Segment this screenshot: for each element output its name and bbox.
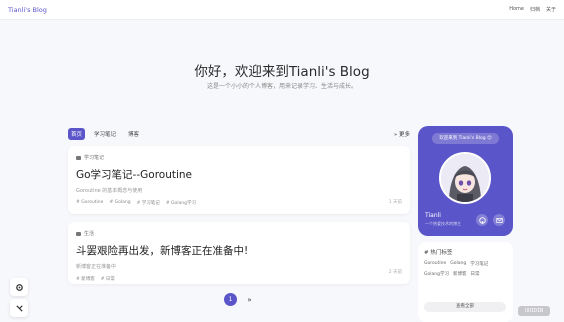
post-tag[interactable]: # 日常 — [101, 276, 115, 282]
post-category[interactable]: 生活 — [76, 230, 402, 237]
post-description: Goroutine 的基本概念与使用 — [76, 188, 143, 194]
tag-link[interactable]: 日常 — [470, 271, 479, 277]
post-category-label: 学习笔记 — [84, 155, 105, 161]
post-tag[interactable]: # 学习笔记 — [137, 200, 160, 206]
tag-cloud-title: # 热门标签 — [424, 250, 453, 256]
post-date: 2 天前 — [388, 270, 402, 275]
post-tag[interactable]: # Goroutine — [76, 200, 103, 206]
avatar[interactable] — [439, 152, 491, 204]
hero-subtitle: 这是一个小小的个人博客，用来记录学习、生活与成长。 — [206, 83, 357, 90]
post-tag[interactable]: # Golang — [109, 200, 130, 206]
folder-icon — [76, 231, 81, 236]
greeting-bubble: 欢迎来到 Tianli's Blog 😊 — [432, 133, 499, 144]
post-card[interactable]: 生活 斗罢艰险再出发，新博客正在准备中! 新博客正在准备中 # 新博客 # 日常… — [68, 222, 410, 284]
pagination: 1 » — [224, 293, 256, 306]
tag-link[interactable]: Golang — [450, 261, 466, 267]
post-category-label: 生活 — [84, 231, 95, 237]
post-tags: # 新博客 # 日常 — [76, 276, 402, 282]
post-tag[interactable]: # Golang学习 — [166, 200, 196, 206]
tab-study-notes[interactable]: 学习笔记 — [91, 128, 119, 140]
post-tags: # Goroutine # Golang # 学习笔记 # Golang学习 — [76, 200, 402, 206]
profile-card: 欢迎来到 Tianli's Blog 😊 Tianli 一个热爱技术的博主 — [418, 126, 513, 236]
site-brand[interactable]: Tianli's Blog — [8, 6, 47, 14]
category-tabs-bar: 首页 学习笔记 博客 » 更多 — [68, 126, 410, 142]
view-all-tags-button[interactable]: 查看全部 — [424, 302, 506, 312]
post-title[interactable]: 斗罢艰险再出发，新博客正在准备中! — [76, 243, 402, 258]
tab-home[interactable]: 首页 — [68, 128, 86, 140]
more-link[interactable]: » 更多 — [394, 130, 410, 138]
watermark-logo: UUIDIN — [518, 306, 550, 316]
top-navbar: Tianli's Blog Home 归档 关于 — [0, 0, 564, 20]
profile-description: 一个热爱技术的博主 — [425, 221, 461, 226]
github-icon — [478, 216, 486, 224]
nav-link-archive[interactable]: 归档 — [530, 6, 540, 13]
tag-link[interactable]: 学习笔记 — [470, 261, 488, 267]
gear-icon — [15, 283, 23, 291]
post-tag[interactable]: # 新博客 — [76, 276, 95, 282]
folder-icon — [76, 155, 81, 160]
tag-link[interactable]: Goroutine — [424, 261, 446, 267]
category-tabs: 首页 学习笔记 博客 — [68, 128, 142, 140]
post-title[interactable]: Go学习笔记--Goroutine — [76, 167, 402, 182]
avatar-illustration — [441, 154, 489, 202]
next-page-button[interactable]: » — [243, 293, 256, 306]
post-card[interactable]: 学习笔记 Go学习笔记--Goroutine Goroutine 的基本概念与使… — [68, 146, 410, 214]
tag-cloud-card: # 热门标签 Goroutine Golang 学习笔记 Golang学习 新博… — [418, 242, 513, 322]
hero-title: 你好，欢迎来到Tianli's Blog — [194, 64, 370, 80]
github-button[interactable] — [476, 214, 488, 226]
chevron-right-icon: » — [393, 132, 398, 138]
settings-button[interactable] — [10, 278, 28, 296]
nav-link-home[interactable]: Home — [509, 6, 524, 13]
tool-icon — [15, 304, 23, 312]
post-date: 1 天前 — [388, 200, 402, 205]
email-button[interactable] — [493, 214, 505, 226]
tag-link[interactable]: 新博客 — [453, 271, 467, 277]
tag-link[interactable]: Golang学习 — [424, 271, 449, 277]
nav-links: Home 归档 关于 — [509, 6, 556, 13]
page-button-current[interactable]: 1 — [224, 293, 237, 306]
post-description: 新博客正在准备中 — [76, 264, 117, 270]
mail-icon — [495, 217, 503, 223]
profile-name: Tianli — [425, 212, 441, 219]
post-category[interactable]: 学习笔记 — [76, 154, 402, 161]
tools-button[interactable] — [10, 299, 28, 317]
more-label: 更多 — [398, 132, 410, 138]
nav-link-about[interactable]: 关于 — [546, 6, 556, 13]
tag-cloud: Goroutine Golang 学习笔记 Golang学习 新博客 日常 — [424, 261, 507, 277]
tab-blog[interactable]: 博客 — [125, 128, 142, 140]
